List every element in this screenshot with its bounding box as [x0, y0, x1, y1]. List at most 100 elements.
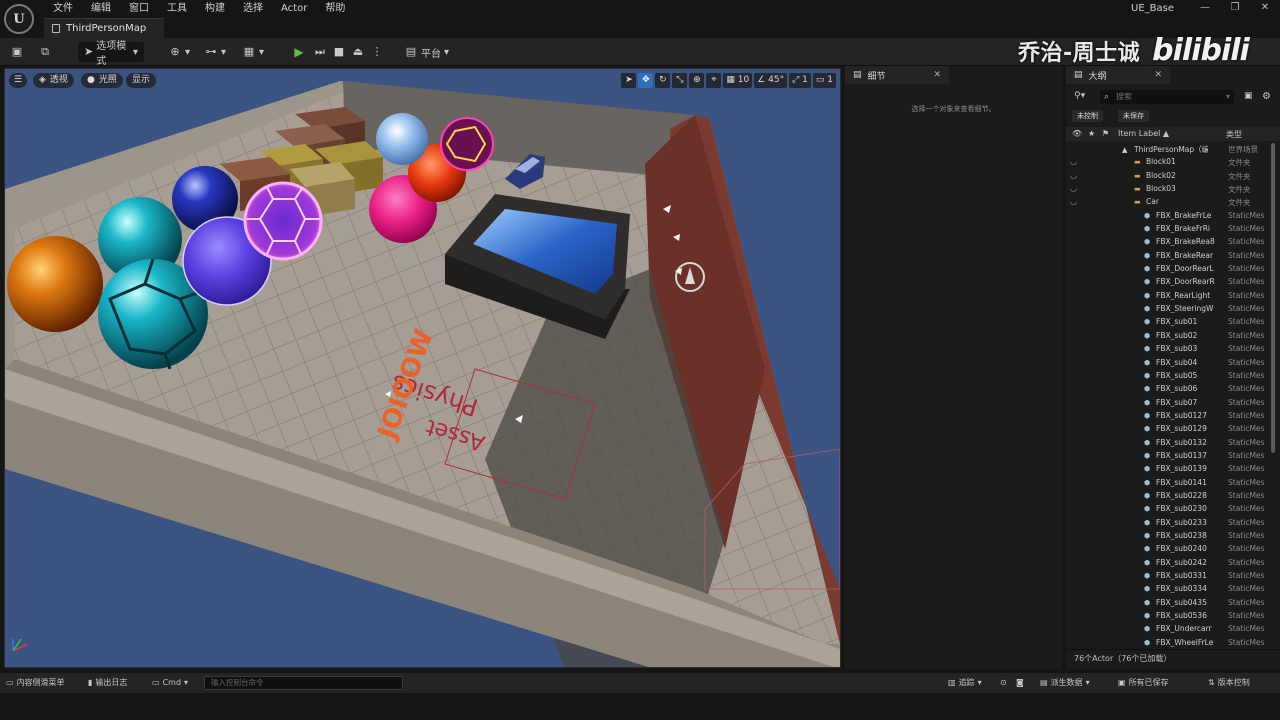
perspective-button[interactable]: ◈ 透视	[33, 73, 74, 88]
console-command-input[interactable]: 输入控制台命令	[204, 676, 403, 690]
tab-outliner[interactable]: ▤ 大纲 ✕	[1066, 66, 1170, 84]
visibility-column-icon[interactable]: 👁	[1072, 129, 1082, 138]
visibility-icon[interactable]: ◡	[1070, 197, 1077, 206]
surface-snap-icon[interactable]: ⌖	[706, 73, 722, 88]
level-viewport[interactable]: Physics Asset JOIOOW ☰ ◈ 透视 ● 光照 显示 ➤ ✥ ↻ …	[4, 68, 841, 668]
outliner-row[interactable]: ⬢ FBX_sub0137 StaticMes	[1066, 450, 1270, 463]
menu-actor[interactable]: Actor	[272, 2, 316, 16]
close-icon[interactable]: ✕	[933, 70, 941, 80]
output-log-button[interactable]: ▮ 输出日志	[88, 677, 127, 689]
outliner-row[interactable]: ⬢ FBX_sub0536 StaticMes	[1066, 610, 1270, 623]
mode-select-dropdown[interactable]: ➤ 选项模式 ▾	[78, 41, 144, 67]
outliner-row[interactable]: ⬢ FBX_BrakeFrRi StaticMes	[1066, 223, 1270, 236]
pin-column-icon[interactable]: ⚑	[1102, 129, 1109, 138]
outliner-row[interactable]: ⬢ FBX_RearLight StaticMes	[1066, 290, 1270, 303]
outliner-row[interactable]: ⬢ FBX_sub0132 StaticMes	[1066, 437, 1270, 450]
filter-unsaved[interactable]: 未保存	[1118, 110, 1149, 122]
add-actor-button[interactable]: ⊕ ▾	[168, 42, 190, 62]
outliner-row[interactable]: ⬢ FBX_Undercarr StaticMes	[1066, 623, 1270, 636]
cinematics-button[interactable]: ▦ ▾	[242, 42, 264, 62]
outliner-row[interactable]: ⬢ FBX_sub0331 StaticMes	[1066, 570, 1270, 583]
close-window-button[interactable]: ✕	[1250, 0, 1280, 16]
camera-speed-button[interactable]: ▭ 1	[812, 73, 836, 88]
outliner-row[interactable]: ⬢ FBX_sub0129 StaticMes	[1066, 423, 1270, 436]
menu-tools[interactable]: 工具	[158, 2, 196, 16]
outliner-search-input[interactable]: ⌕ 搜索 ▾	[1100, 90, 1234, 104]
item-label-header[interactable]: Item Label ▲	[1118, 129, 1169, 138]
outliner-row[interactable]: ⬢ FBX_sub0334 StaticMes	[1066, 583, 1270, 596]
outliner-row[interactable]: ⬢ FBX_sub04 StaticMes	[1066, 357, 1270, 370]
grid-snap-button[interactable]: ▦ 10	[723, 73, 753, 88]
type-header[interactable]: 类型	[1226, 129, 1242, 140]
visibility-icon[interactable]: ◡	[1070, 171, 1077, 180]
outliner-row[interactable]: ⬢ FBX_sub05 StaticMes	[1066, 370, 1270, 383]
world-space-icon[interactable]: ⊕	[689, 73, 705, 88]
stop-button[interactable]: ■	[332, 42, 346, 62]
outliner-row[interactable]: ⬢ FBX_sub0141 StaticMes	[1066, 477, 1270, 490]
outliner-row[interactable]: ⬢ FBX_BrakeFrLe StaticMes	[1066, 210, 1270, 223]
outliner-row[interactable]: ⬢ FBX_DoorRearR StaticMes	[1066, 276, 1270, 289]
screenshot-icon[interactable]: ◙	[1016, 677, 1024, 689]
rotate-tool-icon[interactable]: ↻	[655, 73, 671, 88]
add-folder-icon[interactable]: ▣	[1244, 91, 1253, 101]
menu-file[interactable]: 文件	[44, 2, 82, 16]
outliner-row[interactable]: ⬢ FBX_sub0228 StaticMes	[1066, 490, 1270, 503]
content-browser-button[interactable]: ⧉	[38, 42, 52, 62]
filter-uncontrolled[interactable]: 未控制	[1072, 110, 1103, 122]
outliner-row[interactable]: ⬢ FBX_BrakeRea8 StaticMes	[1066, 236, 1270, 249]
lighting-mode-button[interactable]: ● 光照	[81, 73, 123, 88]
outliner-row[interactable]: ◡ ▬ Block02 文件夹	[1066, 170, 1270, 183]
translate-tool-icon[interactable]: ✥	[638, 73, 654, 88]
outliner-row[interactable]: ⬢ FBX_BrakeRear StaticMes	[1066, 250, 1270, 263]
platform-dropdown[interactable]: ▤ 平台 ▾	[404, 42, 449, 62]
play-button[interactable]: ▶	[292, 42, 306, 62]
menu-help[interactable]: 帮助	[316, 2, 354, 16]
tab-thirdpersonmap[interactable]: ThirdPersonMap	[44, 18, 164, 38]
outliner-row[interactable]: ◡ ▬ Block01 文件夹	[1066, 156, 1270, 169]
visibility-icon[interactable]: ◡	[1070, 184, 1077, 193]
outliner-row[interactable]: ▲ ThirdPersonMap（编 世界场景	[1066, 143, 1270, 156]
menu-edit[interactable]: 编辑	[82, 2, 120, 16]
outliner-row[interactable]: ⬢ FBX_sub02 StaticMes	[1066, 330, 1270, 343]
menu-window[interactable]: 窗口	[120, 2, 158, 16]
blueprint-button[interactable]: ⊶ ▾	[204, 42, 227, 62]
star-column-icon[interactable]: ★	[1088, 129, 1095, 138]
outliner-row[interactable]: ⬢ FBX_sub03 StaticMes	[1066, 343, 1270, 356]
derived-data-button[interactable]: ▤ 派生数据 ▾	[1040, 677, 1090, 689]
play-options-button[interactable]: ⋮	[370, 42, 384, 62]
outliner-row[interactable]: ⬢ FBX_sub07 StaticMes	[1066, 397, 1270, 410]
outliner-row[interactable]: ⬢ FBX_sub0240 StaticMes	[1066, 543, 1270, 556]
eject-button[interactable]: ⏏	[351, 42, 365, 62]
source-control-button[interactable]: ⇅ 版本控制	[1208, 677, 1250, 689]
visibility-icon[interactable]: ◡	[1070, 157, 1077, 166]
outliner-row[interactable]: ◡ ▬ Block03 文件夹	[1066, 183, 1270, 196]
outliner-row[interactable]: ⬢ FBX_sub0233 StaticMes	[1066, 517, 1270, 530]
maximize-button[interactable]: ❐	[1220, 0, 1250, 16]
minimize-button[interactable]: —	[1190, 0, 1220, 16]
tab-details[interactable]: ▤ 细节 ✕	[845, 66, 949, 84]
close-icon[interactable]: ✕	[1154, 70, 1162, 80]
outliner-row[interactable]: ⬢ FBX_sub0230 StaticMes	[1066, 503, 1270, 516]
outliner-row[interactable]: ⬢ FBX_sub06 StaticMes	[1066, 383, 1270, 396]
outliner-row[interactable]: ⬢ FBX_sub0242 StaticMes	[1066, 557, 1270, 570]
save-button[interactable]: ▣	[10, 42, 24, 62]
menu-select[interactable]: 选择	[234, 2, 272, 16]
outliner-row[interactable]: ⬢ FBX_sub0127 StaticMes	[1066, 410, 1270, 423]
settings-gear-icon[interactable]: ⚙	[1262, 91, 1271, 102]
select-tool-icon[interactable]: ➤	[621, 73, 637, 88]
outliner-row[interactable]: ⬢ FBX_SteeringW StaticMes	[1066, 303, 1270, 316]
outliner-row[interactable]: ⬢ FBX_sub0238 StaticMes	[1066, 530, 1270, 543]
outliner-row[interactable]: ◡ ▬ Car 文件夹	[1066, 196, 1270, 209]
rotation-snap-button[interactable]: ∠ 45°	[754, 73, 788, 88]
cmd-dropdown[interactable]: ▭ Cmd ▾	[152, 677, 188, 689]
menu-build[interactable]: 构建	[196, 2, 234, 16]
outliner-row[interactable]: ⬢ FBX_DoorRearL StaticMes	[1066, 263, 1270, 276]
trace-dropdown[interactable]: ▥ 追踪 ▾	[948, 677, 982, 689]
save-all-button[interactable]: ▣ 所有已保存	[1118, 677, 1169, 689]
step-button[interactable]: ⏭	[313, 42, 327, 62]
filter-icon[interactable]: ⚲▾	[1074, 91, 1085, 101]
record-icon[interactable]: ⊙	[1000, 677, 1007, 689]
outliner-row[interactable]: ⬢ FBX_sub0139 StaticMes	[1066, 463, 1270, 476]
outliner-row[interactable]: ⬢ FBX_sub0435 StaticMes	[1066, 597, 1270, 610]
viewport-menu-button[interactable]: ☰	[9, 73, 27, 88]
